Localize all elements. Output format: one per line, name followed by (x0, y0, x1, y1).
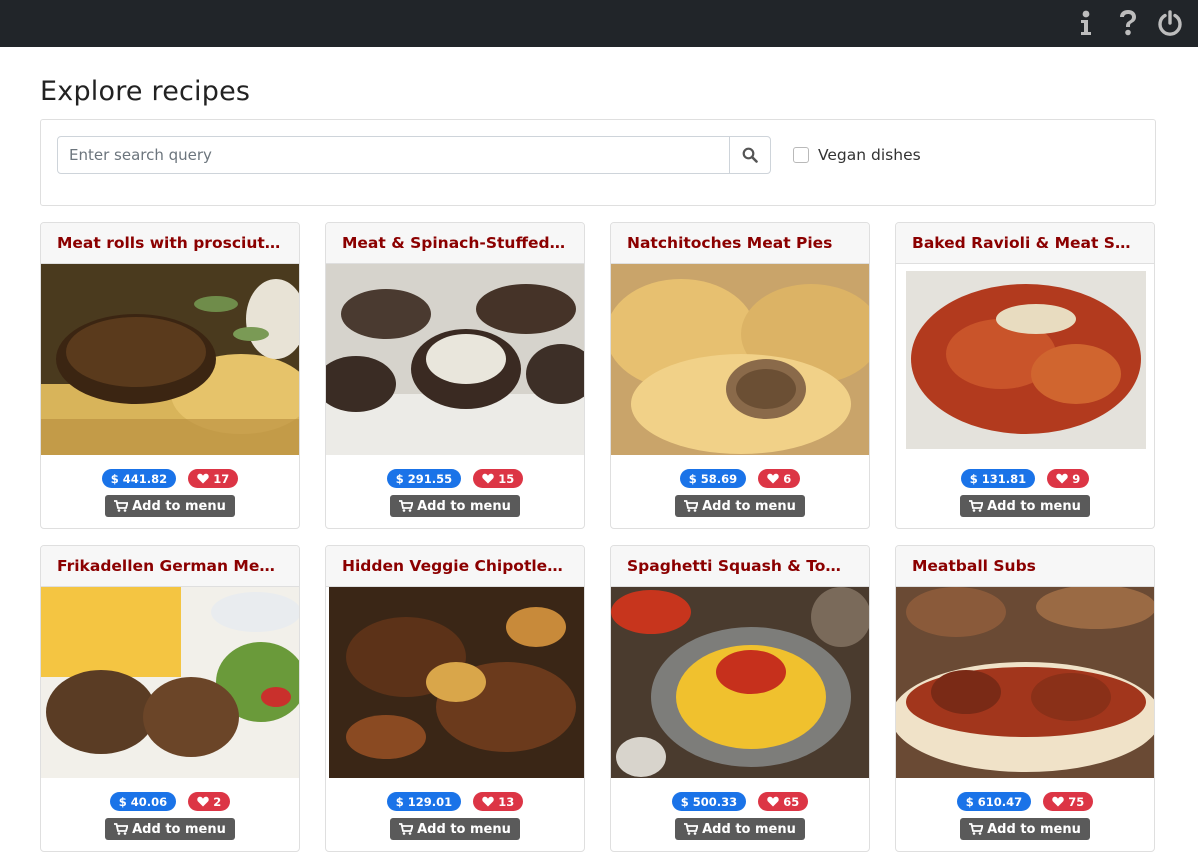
recipe-card: Baked Ravioli & Meat Sauce $131.81 9 Add… (895, 222, 1155, 529)
dollar-icon: $ (965, 794, 974, 809)
recipe-title[interactable]: Hidden Veggie Chipotle Tacos (342, 557, 568, 575)
add-to-menu-button[interactable]: Add to menu (105, 818, 235, 840)
cart-icon (399, 500, 414, 512)
likes-badge: 75 (1043, 792, 1094, 811)
vegan-label[interactable]: Vegan dishes (818, 146, 921, 164)
dollar-icon: $ (395, 471, 404, 486)
heart-icon (767, 796, 779, 807)
likes-badge: 15 (473, 469, 524, 488)
add-to-menu-button[interactable]: Add to menu (675, 818, 805, 840)
heart-icon (482, 473, 494, 484)
likes-badge: 9 (1047, 469, 1090, 488)
recipe-title[interactable]: Baked Ravioli & Meat Sauce (912, 234, 1138, 252)
price-badge: $131.81 (960, 469, 1036, 488)
price-badge: $500.33 (671, 792, 747, 811)
recipe-title[interactable]: Natchitoches Meat Pies (627, 234, 853, 252)
add-to-menu-button[interactable]: Add to menu (960, 495, 1090, 517)
recipe-title[interactable]: Meatball Subs (912, 557, 1138, 575)
recipe-image[interactable] (896, 587, 1154, 778)
recipe-card: Frikadellen German Meat Patties $40.06 2… (40, 545, 300, 852)
price-badge: $610.47 (956, 792, 1032, 811)
add-to-menu-button[interactable]: Add to menu (105, 495, 235, 517)
recipe-title[interactable]: Spaghetti Squash & Tomato Sauce (627, 557, 853, 575)
recipe-card: Meat rolls with prosciutto and sage $441… (40, 222, 300, 529)
cart-icon (684, 823, 699, 835)
top-navbar (0, 0, 1198, 47)
cart-icon (684, 500, 699, 512)
power-icon[interactable] (1156, 7, 1184, 39)
likes-badge: 65 (758, 792, 809, 811)
likes-badge: 17 (188, 469, 239, 488)
add-to-menu-button[interactable]: Add to menu (960, 818, 1090, 840)
navbar-icons (1072, 7, 1184, 39)
cart-icon (114, 500, 129, 512)
price-badge: $441.82 (101, 469, 177, 488)
likes-badge: 13 (473, 792, 524, 811)
search-icon (742, 147, 758, 163)
vegan-filter: Vegan dishes (793, 146, 921, 164)
price-badge: $291.55 (386, 469, 462, 488)
info-icon[interactable] (1072, 7, 1100, 39)
dollar-icon: $ (680, 794, 689, 809)
recipe-title[interactable]: Meat rolls with prosciutto and sage (57, 234, 283, 252)
page-title: Explore recipes (40, 76, 251, 107)
search-input[interactable] (57, 136, 730, 174)
likes-badge: 2 (188, 792, 231, 811)
search-button[interactable] (729, 136, 771, 174)
recipe-card: Hidden Veggie Chipotle Tacos $129.01 13 … (325, 545, 585, 852)
recipe-card: Meat & Spinach-Stuffed Portobello $291.5… (325, 222, 585, 529)
recipe-image[interactable] (41, 264, 299, 455)
recipe-card: Spaghetti Squash & Tomato Sauce $500.33 … (610, 545, 870, 852)
cart-icon (114, 823, 129, 835)
price-badge: $58.69 (679, 469, 747, 488)
dollar-icon: $ (688, 471, 697, 486)
recipe-card: Natchitoches Meat Pies $58.69 6 Add to m… (610, 222, 870, 529)
heart-icon (767, 473, 779, 484)
add-to-menu-button[interactable]: Add to menu (390, 495, 520, 517)
cart-icon (399, 823, 414, 835)
recipe-image[interactable] (41, 587, 299, 778)
add-to-menu-button[interactable]: Add to menu (675, 495, 805, 517)
price-badge: $129.01 (386, 792, 462, 811)
recipe-title[interactable]: Frikadellen German Meat Patties (57, 557, 283, 575)
add-to-menu-button[interactable]: Add to menu (390, 818, 520, 840)
recipe-image[interactable] (326, 264, 584, 455)
recipe-image[interactable] (326, 587, 584, 778)
help-icon[interactable] (1114, 7, 1142, 39)
likes-badge: 6 (758, 469, 801, 488)
heart-icon (482, 796, 494, 807)
dollar-icon: $ (969, 471, 978, 486)
cart-icon (969, 823, 984, 835)
search-panel: Vegan dishes (40, 119, 1156, 206)
recipe-image[interactable] (896, 264, 1154, 455)
vegan-checkbox[interactable] (793, 147, 809, 163)
dollar-icon: $ (110, 471, 119, 486)
dollar-icon: $ (118, 794, 127, 809)
dollar-icon: $ (395, 794, 404, 809)
cart-icon (969, 500, 984, 512)
heart-icon (1056, 473, 1068, 484)
heart-icon (197, 796, 209, 807)
heart-icon (197, 473, 209, 484)
recipe-card: Meatball Subs $610.47 75 Add to menu (895, 545, 1155, 852)
recipe-title[interactable]: Meat & Spinach-Stuffed Portobello (342, 234, 568, 252)
recipe-image[interactable] (611, 587, 869, 778)
price-badge: $40.06 (109, 792, 177, 811)
heart-icon (1052, 796, 1064, 807)
recipe-image[interactable] (611, 264, 869, 455)
